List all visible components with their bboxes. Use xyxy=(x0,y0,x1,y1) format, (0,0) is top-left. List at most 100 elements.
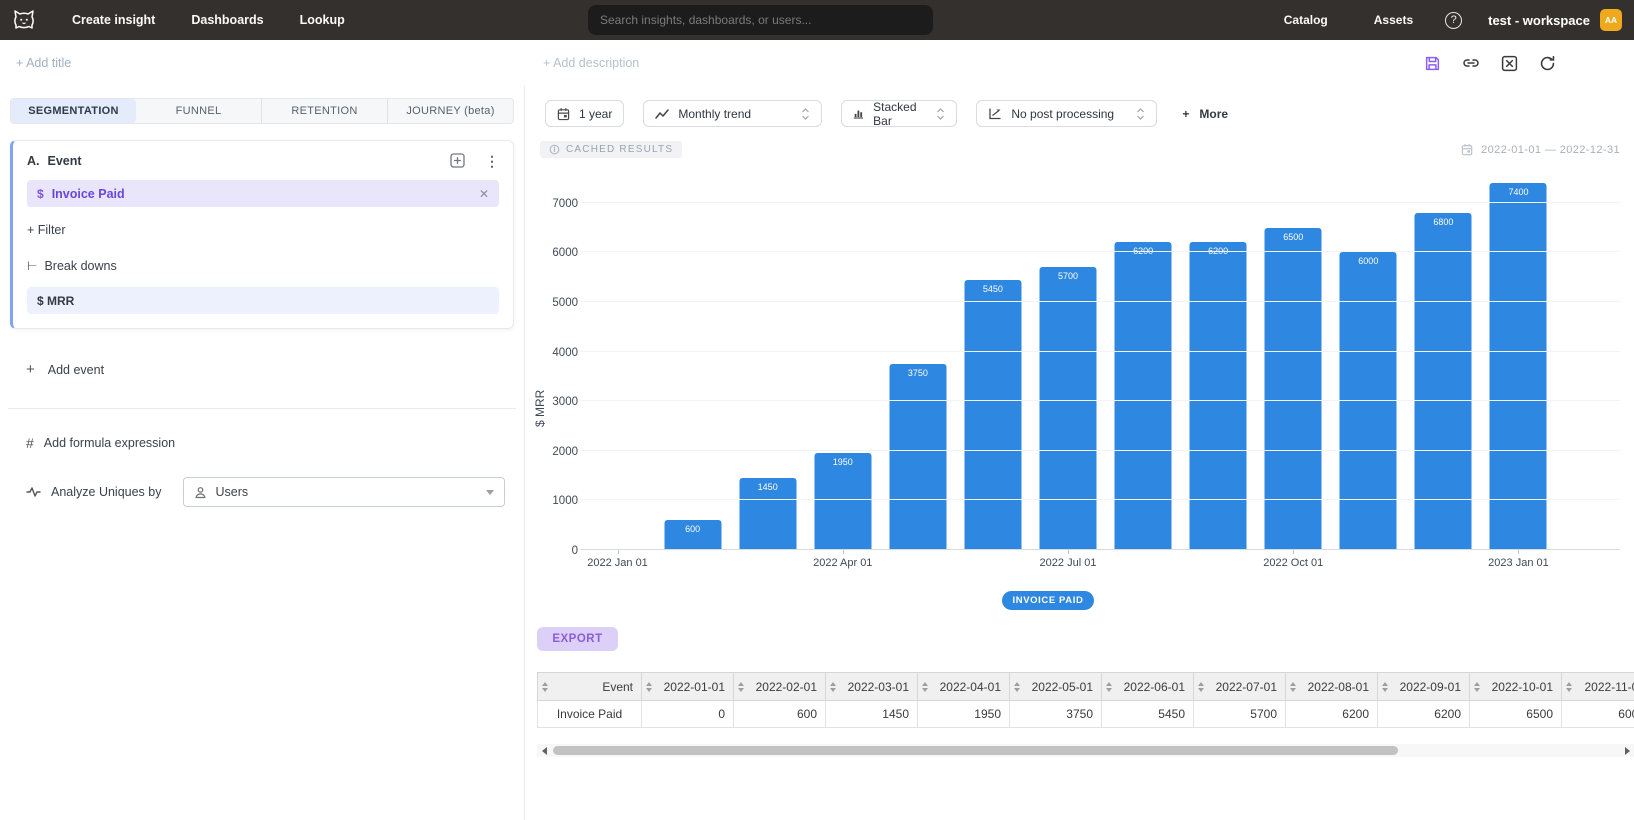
bar-value-label: 600 xyxy=(664,524,721,534)
breakdowns-button[interactable]: ⊢ Break downs xyxy=(27,259,499,273)
scroll-left-icon[interactable] xyxy=(537,747,551,755)
gridline xyxy=(580,450,1620,451)
nav-item-catalog[interactable]: Catalog xyxy=(1284,13,1328,27)
table-header-2022-11-01[interactable]: 2022-11-01 xyxy=(1562,673,1634,701)
sort-icon[interactable] xyxy=(1382,682,1388,692)
calendar-icon xyxy=(1461,143,1473,156)
table-header-label: 2022-08-01 xyxy=(1308,680,1369,694)
remove-event-icon[interactable]: ✕ xyxy=(479,187,489,201)
nav-item-create-insight[interactable]: Create insight xyxy=(72,13,155,27)
bar-2022-08-01[interactable]: 6200 xyxy=(1115,242,1172,550)
chart-bars: 6001450195037505450570062006200650060006… xyxy=(580,170,1556,550)
duplicate-event-icon[interactable] xyxy=(450,153,465,168)
sort-icon[interactable] xyxy=(738,682,744,692)
event-card-title: Event xyxy=(48,154,82,168)
bar-2022-05-01[interactable]: 3750 xyxy=(889,364,946,550)
sort-icon[interactable] xyxy=(646,682,652,692)
sort-icon[interactable] xyxy=(1290,682,1296,692)
analyze-entity-select[interactable]: Users xyxy=(183,477,505,507)
nav-item-assets[interactable]: Assets xyxy=(1374,13,1413,27)
scroll-right-icon[interactable] xyxy=(1620,747,1634,755)
table-header-2022-10-01[interactable]: 2022-10-01 xyxy=(1470,673,1562,701)
add-title-button[interactable]: + Add title xyxy=(16,56,71,70)
table-cell-value: 5700 xyxy=(1194,701,1286,728)
event-card: A. Event ⋮ $ Invoice Paid ✕ + Filter ⊢ B… xyxy=(10,140,514,329)
x-tick-label: 2022 Apr 01 xyxy=(813,557,872,569)
add-event-button[interactable]: + Add event xyxy=(26,361,524,378)
event-menu-icon[interactable]: ⋮ xyxy=(485,154,499,168)
bar-2022-07-01[interactable]: 5700 xyxy=(1040,267,1097,550)
nav-item-lookup[interactable]: Lookup xyxy=(300,13,345,27)
table-header-label: 2022-01-01 xyxy=(664,680,725,694)
tab-retention[interactable]: RETENTION xyxy=(261,99,387,123)
selected-event-row[interactable]: $ Invoice Paid ✕ xyxy=(27,180,499,207)
tab-funnel[interactable]: FUNNEL xyxy=(136,99,261,123)
table-header-2022-02-01[interactable]: 2022-02-01 xyxy=(734,673,826,701)
bar-2022-06-01[interactable]: 5450 xyxy=(964,280,1021,550)
table-header-2022-08-01[interactable]: 2022-08-01 xyxy=(1286,673,1378,701)
y-tick-label: 7000 xyxy=(552,198,578,210)
table-cell-value: 6500 xyxy=(1470,701,1562,728)
chevron-down-icon xyxy=(486,490,494,495)
bar-2022-04-01[interactable]: 1950 xyxy=(814,453,871,550)
bar-slot: 5700 xyxy=(1030,170,1105,550)
table-header-2022-07-01[interactable]: 2022-07-01 xyxy=(1194,673,1286,701)
legend-item-invoice-paid[interactable]: INVOICE PAID xyxy=(1002,591,1095,610)
bar-2022-09-01[interactable]: 6200 xyxy=(1190,242,1247,550)
chart-date-range-value: 2022-01-01 — 2022-12-31 xyxy=(1481,144,1620,156)
avatar[interactable]: AA xyxy=(1600,9,1622,31)
bar-2022-03-01[interactable]: 1450 xyxy=(739,478,796,550)
add-filter-button[interactable]: + Filter xyxy=(27,223,499,237)
refresh-icon[interactable] xyxy=(1539,55,1556,72)
bar-2023-01-01[interactable]: 7400 xyxy=(1490,183,1547,550)
scrollbar-thumb[interactable] xyxy=(553,746,1398,755)
tab-journey[interactable]: JOURNEY (beta) xyxy=(387,99,513,123)
add-formula-button[interactable]: # Add formula expression xyxy=(26,435,524,451)
table-cell-value: 600 xyxy=(734,701,826,728)
tab-segmentation[interactable]: SEGMENTATION xyxy=(11,99,136,123)
post-processing-select[interactable]: No post processing xyxy=(976,100,1157,127)
scrollbar-track[interactable] xyxy=(551,744,1620,757)
export-button[interactable]: EXPORT xyxy=(537,627,618,651)
sort-icon[interactable] xyxy=(1474,682,1480,692)
table-header-2022-09-01[interactable]: 2022-09-01 xyxy=(1378,673,1470,701)
sort-icon[interactable] xyxy=(1566,682,1572,692)
app-logo-cat-icon[interactable] xyxy=(12,9,36,31)
copy-link-icon[interactable] xyxy=(1462,55,1480,71)
chart-type-select[interactable]: Stacked Bar xyxy=(841,100,957,127)
save-icon[interactable] xyxy=(1424,55,1441,72)
table-header-2022-03-01[interactable]: 2022-03-01 xyxy=(826,673,918,701)
sort-icon[interactable] xyxy=(1014,682,1020,692)
sort-icon[interactable] xyxy=(542,682,548,692)
table-header-2022-05-01[interactable]: 2022-05-01 xyxy=(1010,673,1102,701)
trend-select[interactable]: Monthly trend xyxy=(643,100,822,127)
table-header-label: 2022-10-01 xyxy=(1492,680,1553,694)
bar-value-label: 6800 xyxy=(1415,217,1472,227)
analyze-uniques-label: Analyze Uniques by xyxy=(51,485,161,499)
table-header-2022-04-01[interactable]: 2022-04-01 xyxy=(918,673,1010,701)
add-event-label: Add event xyxy=(48,363,104,377)
add-description-button[interactable]: + Add description xyxy=(543,56,639,70)
table-header-event[interactable]: Event xyxy=(538,673,642,701)
global-search-input[interactable] xyxy=(588,5,933,35)
table-header-2022-06-01[interactable]: 2022-06-01 xyxy=(1102,673,1194,701)
sort-icon[interactable] xyxy=(922,682,928,692)
breakdown-metric-row[interactable]: $ MRR xyxy=(27,287,499,314)
sort-icon[interactable] xyxy=(1198,682,1204,692)
clear-icon[interactable] xyxy=(1501,55,1518,72)
nav-item-dashboards[interactable]: Dashboards xyxy=(191,13,263,27)
sort-icon[interactable] xyxy=(1106,682,1112,692)
help-icon[interactable]: ? xyxy=(1445,12,1462,29)
bar-2022-10-01[interactable]: 6500 xyxy=(1265,228,1322,550)
table-header-label: 2022-05-01 xyxy=(1032,680,1093,694)
bar-2022-02-01[interactable]: 600 xyxy=(664,520,721,550)
table-header-label: 2022-04-01 xyxy=(940,680,1001,694)
sort-icon[interactable] xyxy=(830,682,836,692)
date-range-button[interactable]: 1 year xyxy=(545,100,624,127)
more-options-button[interactable]: + More xyxy=(1182,107,1228,121)
workspace-name[interactable]: test - workspace xyxy=(1488,13,1590,28)
table-header-2022-01-01[interactable]: 2022-01-01 xyxy=(642,673,734,701)
x-tick-label: 2022 Oct 01 xyxy=(1263,557,1323,569)
table-cell-value: 6200 xyxy=(1378,701,1470,728)
table-cell-value: 1950 xyxy=(918,701,1010,728)
